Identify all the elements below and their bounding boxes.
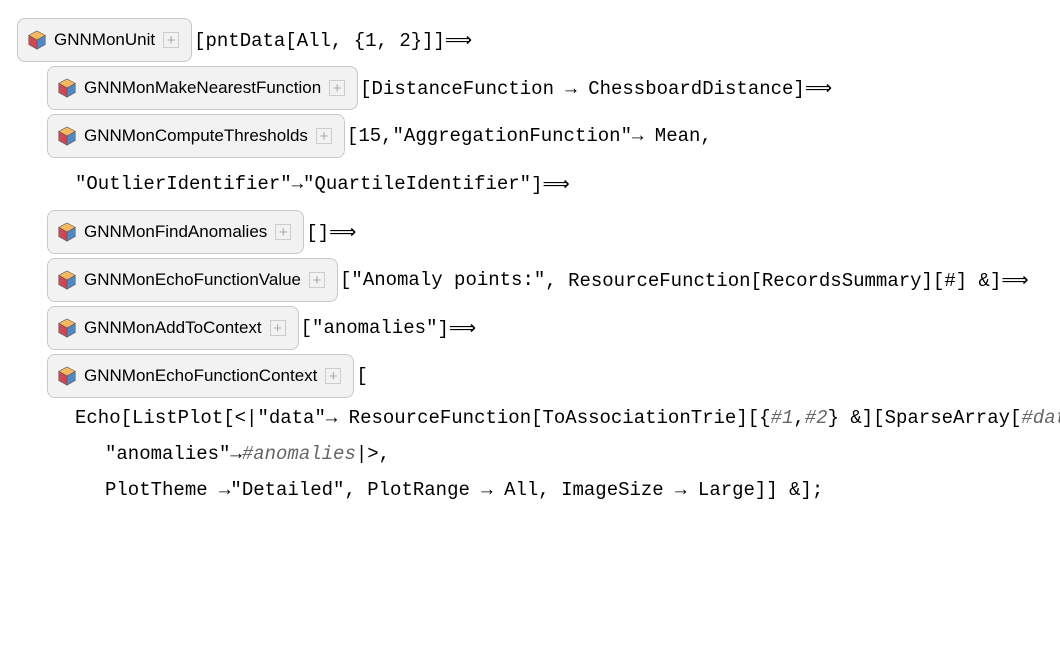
- string-literal: "AggregationFunction": [393, 125, 632, 147]
- expand-icon[interactable]: +: [270, 320, 286, 336]
- resource-fn-pill-makenearest[interactable]: GNNMonMakeNearestFunction +: [47, 66, 358, 110]
- pill-label: GNNMonFindAnomalies: [84, 222, 267, 242]
- code-text: [pntData[All, {1, 2}]]⟹: [194, 29, 472, 52]
- pill-label: GNNMonMakeNearestFunction: [84, 78, 321, 98]
- code-text: PlotTheme →: [105, 479, 230, 501]
- code-text: [DistanceFunction → ChessboardDistance]⟹: [360, 77, 832, 100]
- string-literal: "Detailed": [230, 479, 344, 501]
- string-literal: "data": [257, 407, 325, 429]
- code-text: [: [340, 269, 351, 291]
- pill-label: GNNMonEchoFunctionValue: [84, 270, 301, 290]
- code-text: , ResourceFunction[RecordsSummary][#] &]…: [545, 269, 1028, 292]
- code-text: →: [230, 443, 241, 465]
- slot-ref: #anomalies: [242, 443, 356, 465]
- resource-fn-pill-computethresholds[interactable]: GNNMonComputeThresholds +: [47, 114, 345, 158]
- code-text: →: [292, 173, 303, 195]
- resource-fn-pill-echovalue[interactable]: GNNMonEchoFunctionValue +: [47, 258, 338, 302]
- code-text: → ResourceFunction[ToAssociationTrie][{: [326, 407, 771, 429]
- string-literal: "anomalies": [105, 443, 230, 465]
- code-text: Echo[ListPlot[<|: [75, 407, 257, 429]
- expand-icon[interactable]: +: [275, 224, 291, 240]
- cube-icon: [56, 125, 78, 147]
- code-text: [15,: [347, 125, 393, 147]
- string-literal: "anomalies": [312, 317, 437, 339]
- slot-ref: #data: [1021, 407, 1060, 429]
- pill-label: GNNMonComputeThresholds: [84, 126, 308, 146]
- pill-label: GNNMonUnit: [54, 30, 155, 50]
- expand-icon[interactable]: +: [309, 272, 325, 288]
- cube-icon: [56, 365, 78, 387]
- cube-icon: [56, 269, 78, 291]
- string-literal: "OutlierIdentifier": [75, 173, 292, 195]
- pill-label: GNNMonAddToContext: [84, 318, 262, 338]
- code-text: ]⟹: [437, 317, 476, 340]
- resource-fn-pill-unit[interactable]: GNNMonUnit +: [17, 18, 192, 62]
- resource-fn-pill-addtocontext[interactable]: GNNMonAddToContext +: [47, 306, 299, 350]
- string-literal: "Anomaly points:": [351, 269, 545, 291]
- code-text: → Mean,: [632, 125, 712, 147]
- cube-icon: [56, 317, 78, 339]
- pill-label: GNNMonEchoFunctionContext: [84, 366, 317, 386]
- code-text: [: [301, 317, 312, 339]
- code-text: [: [356, 365, 367, 387]
- expand-icon[interactable]: +: [163, 32, 179, 48]
- cube-icon: [56, 77, 78, 99]
- code-text: , PlotRange → All, ImageSize → Large]] &…: [344, 479, 823, 501]
- slot-ref: #2: [805, 407, 828, 429]
- expand-icon[interactable]: +: [316, 128, 332, 144]
- code-text: ,: [793, 407, 804, 429]
- slot-ref: #1: [771, 407, 794, 429]
- string-literal: "QuartileIdentifier": [303, 173, 531, 195]
- code-text: |>,: [356, 443, 390, 465]
- code-text: } &][SparseArray[: [828, 407, 1022, 429]
- code-text: []⟹: [306, 221, 356, 244]
- resource-fn-pill-findanomalies[interactable]: GNNMonFindAnomalies +: [47, 210, 304, 254]
- code-text: ]⟹: [531, 173, 570, 196]
- expand-icon[interactable]: +: [325, 368, 341, 384]
- expand-icon[interactable]: +: [329, 80, 345, 96]
- resource-fn-pill-echocontext[interactable]: GNNMonEchoFunctionContext +: [47, 354, 354, 398]
- cube-icon: [56, 221, 78, 243]
- cube-icon: [26, 29, 48, 51]
